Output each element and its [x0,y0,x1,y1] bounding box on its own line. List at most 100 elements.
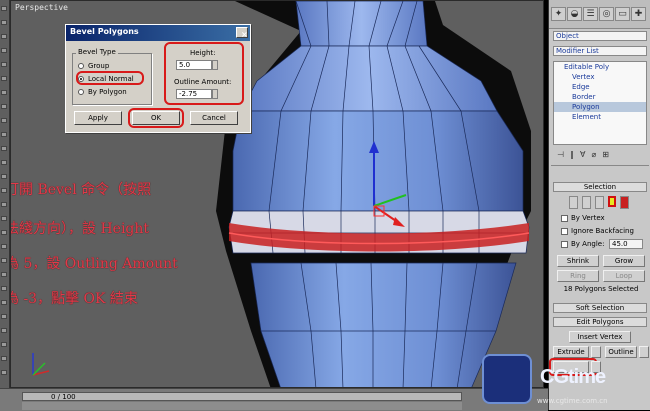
tool-icon[interactable] [1,216,7,221]
checkbox-icon [561,227,568,235]
vertex-mode-icon[interactable] [569,196,578,209]
tool-icon[interactable] [1,20,7,25]
tool-icon[interactable] [1,314,7,319]
tool-icon[interactable] [1,300,7,305]
extrude-settings-button[interactable] [591,346,601,358]
edge-mode-icon[interactable] [581,196,591,209]
track-bar[interactable] [22,402,462,410]
display-icon[interactable]: ▭ [615,7,630,21]
outline-settings-button[interactable] [639,346,649,358]
element-mode-icon[interactable] [620,196,630,209]
selection-status: 18 Polygons Selected [563,285,639,293]
shrink-button[interactable]: Shrink [557,255,599,267]
utilities-icon[interactable]: ✚ [631,7,646,21]
ignore-backfacing-label: Ignore Backfacing [571,227,634,235]
tool-icon[interactable] [1,160,7,165]
ok-highlight [128,108,184,128]
stack-item-editable-poly[interactable]: Editable Poly [554,62,646,72]
cgtime-logo-icon [484,356,530,402]
angle-value-field[interactable]: 45.0 [609,239,643,249]
grow-button[interactable]: Grow [603,255,645,267]
tool-icon[interactable] [1,230,7,235]
close-button[interactable]: × [236,27,248,39]
modify-icon[interactable]: ◒ [567,7,582,21]
radio-icon [78,89,84,95]
radio-group[interactable]: Group [78,62,109,70]
command-panel-tabs: ✦ ◒ ☰ ◎ ▭ ✚ [549,0,650,29]
stack-item-element[interactable]: Element [554,112,646,122]
stack-item-polygon[interactable]: Polygon [554,102,646,112]
annotation-line: 打開 Bevel 命令（按照 [10,182,152,198]
create-icon[interactable]: ✦ [551,7,566,21]
command-panel: ✦ ◒ ☰ ◎ ▭ ✚ Object Modifier List Editabl… [548,0,650,410]
tool-icon[interactable] [1,76,7,81]
polygon-mode-icon[interactable] [607,196,617,207]
show-end-result-icon[interactable]: ‖ [570,150,574,160]
hierarchy-icon[interactable]: ☰ [583,7,598,21]
motion-icon[interactable]: ◎ [599,7,614,21]
lower-body-mesh [250,262,517,387]
tool-icon[interactable] [1,258,7,263]
tool-icon[interactable] [1,174,7,179]
tool-icon[interactable] [1,370,7,375]
tool-icon[interactable] [1,118,7,123]
tool-icon[interactable] [1,342,7,347]
divider [551,165,649,166]
ring-button[interactable]: Ring [557,270,599,282]
tool-icon[interactable] [1,62,7,67]
perspective-viewport[interactable]: Perspective Bevel Polygons × Bevel Type … [10,0,544,388]
modifier-stack: Editable Poly Vertex Edge Border Polygon… [553,61,647,145]
tool-icon[interactable] [1,6,7,11]
insert-vertex-button[interactable]: Insert Vertex [569,331,631,343]
extrude-button[interactable]: Extrude [553,346,589,358]
make-unique-icon[interactable]: ∀ [580,150,585,160]
tool-icon[interactable] [1,104,7,109]
local-normal-highlight [76,71,144,85]
close-icon: × [241,30,248,39]
stack-item-edge[interactable]: Edge [554,82,646,92]
annotation-line: 法綫方向），設 Height [10,221,150,237]
tool-icon[interactable] [1,244,7,249]
tool-icon[interactable] [1,328,7,333]
stack-item-vertex[interactable]: Vertex [554,72,646,82]
viewport-label[interactable]: Perspective [15,3,68,12]
tool-icon[interactable] [1,286,7,291]
dialog-title-bar[interactable]: Bevel Polygons × [66,25,250,41]
configure-icon[interactable]: ⊞ [602,150,609,160]
left-toolbar [0,0,10,388]
outline-button[interactable]: Outline [605,346,637,358]
neck-mesh [295,1,428,47]
modifier-list-dropdown[interactable]: Modifier List [553,46,647,56]
tool-icon[interactable] [1,132,7,137]
pin-stack-icon[interactable]: ⊣ [557,150,564,160]
time-slider[interactable]: 0 / 100 [22,392,462,401]
tool-icon[interactable] [1,48,7,53]
tool-icon[interactable] [1,272,7,277]
tool-icon[interactable] [1,146,7,151]
cancel-button[interactable]: Cancel [190,111,238,125]
ignore-backfacing-checkbox[interactable]: Ignore Backfacing [561,227,634,235]
annotation-line: 為 5，設 Outling Amount [10,256,178,272]
remove-modifier-icon[interactable]: ⌀ [591,150,596,160]
watermark-brand: CGtime [540,366,606,388]
tool-icon[interactable] [1,90,7,95]
radio-by-polygon[interactable]: By Polygon [78,88,127,96]
loop-button[interactable]: Loop [603,270,645,282]
time-bar: 0 / 100 [0,388,548,411]
by-vertex-checkbox[interactable]: By Vertex [561,214,605,222]
selection-rollout-header[interactable]: Selection [553,182,647,192]
border-mode-icon[interactable] [594,196,604,209]
stack-item-border[interactable]: Border [554,92,646,102]
edit-polygons-rollout-header[interactable]: Edit Polygons [553,317,647,327]
bevel-polygons-dialog: Bevel Polygons × Bevel Type Group Local … [65,24,251,133]
apply-button[interactable]: Apply [74,111,122,125]
tool-icon[interactable] [1,202,7,207]
tool-icon[interactable] [1,188,7,193]
by-angle-checkbox[interactable]: By Angle: [561,240,604,248]
annotation-line: 為 -3，點擊 OK 結束 [10,291,138,307]
tool-icon[interactable] [1,34,7,39]
soft-selection-rollout-header[interactable]: Soft Selection [553,303,647,313]
axis-tripod-icon [32,353,50,376]
tool-icon[interactable] [1,356,7,361]
object-name-field[interactable]: Object [553,31,647,41]
